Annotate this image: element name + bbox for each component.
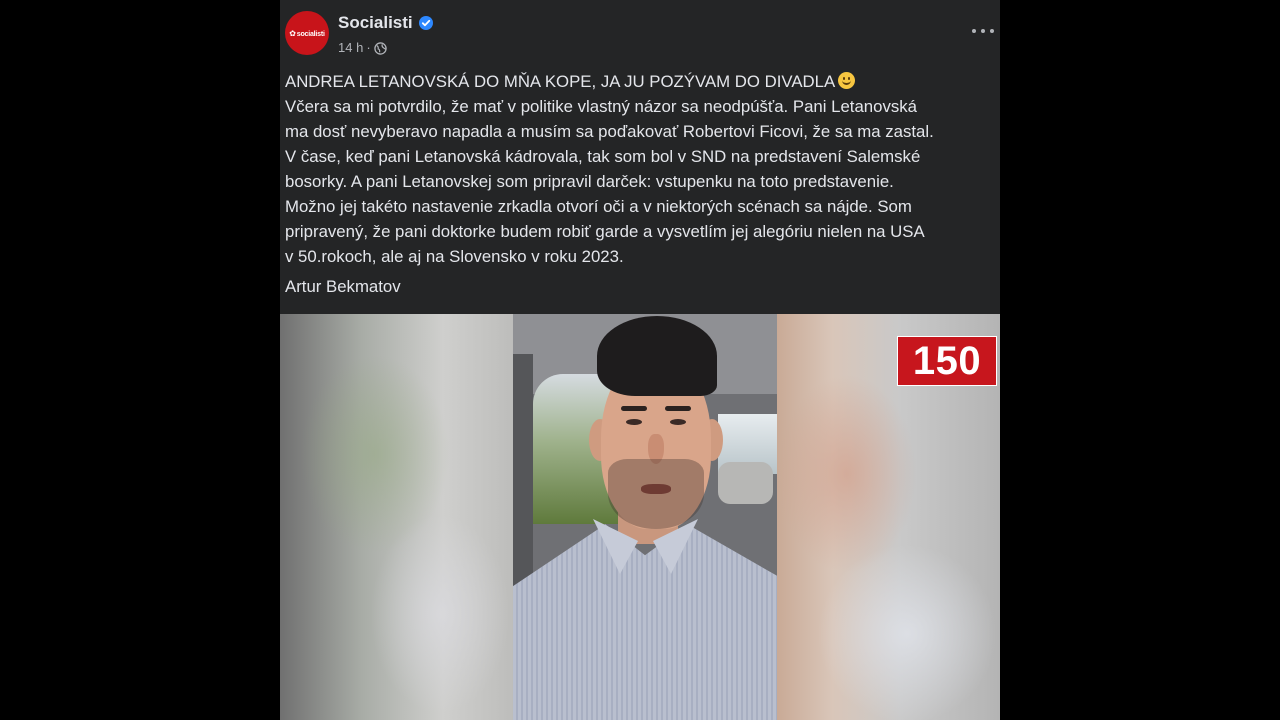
car-headrest [718,462,773,504]
person-hair [597,316,717,396]
page-name[interactable]: Socialisti [338,13,413,33]
globe-icon [373,41,387,55]
post-body-line: ma dosť nevyberavo napadla a musím sa po… [285,122,934,141]
stubble [608,459,704,529]
smiling-face-icon [838,72,856,89]
eyebrow [665,406,691,411]
eyebrow [621,406,647,411]
mouth [641,484,671,494]
post-video[interactable]: 150 [280,314,1000,720]
meta-separator: · [366,40,371,55]
page-avatar[interactable]: ✿socialisti [285,11,329,55]
post-body-line: v 50.rokoch, ale aj na Slovensko v roku … [285,247,624,266]
post-signature: Artur Bekmatov [285,277,401,296]
post-body-line: Včera sa mi potvrdilo, že mať v politike… [285,97,917,116]
more-horizontal-icon[interactable] [972,22,994,40]
eye [626,419,642,425]
post-body-line: bosorky. A pani Letanovskej som pripravi… [285,172,894,191]
avatar-logo: ✿socialisti [289,28,325,38]
post-body-line-title: ANDREA LETANOVSKÁ DO MŇA KOPE, JA JU POZ… [285,69,997,94]
counter-badge-text: 150 [912,339,982,383]
post-body-line: Možno jej takéto nastavenie zrkadla otvo… [285,197,912,216]
eye [670,419,686,425]
facebook-post: ✿socialisti Socialisti 14 h · ANDREA LET… [280,0,1000,720]
verified-badge-icon [419,16,433,30]
video-frame[interactable] [513,314,777,720]
post-header: ✿socialisti Socialisti 14 h · [280,0,1000,66]
post-body-line: V čase, keď pani Letanovská kádrovala, t… [285,147,921,166]
post-meta: 14 h · [338,40,387,55]
blurred-background-left [280,314,513,720]
post-body: ANDREA LETANOVSKÁ DO MŇA KOPE, JA JU POZ… [285,69,997,269]
counter-badge: 150 [897,336,997,386]
post-timestamp[interactable]: 14 h [338,40,363,55]
post-body-line: pripravený, že pani doktorke budem robiť… [285,222,925,241]
person-shirt [513,524,777,720]
